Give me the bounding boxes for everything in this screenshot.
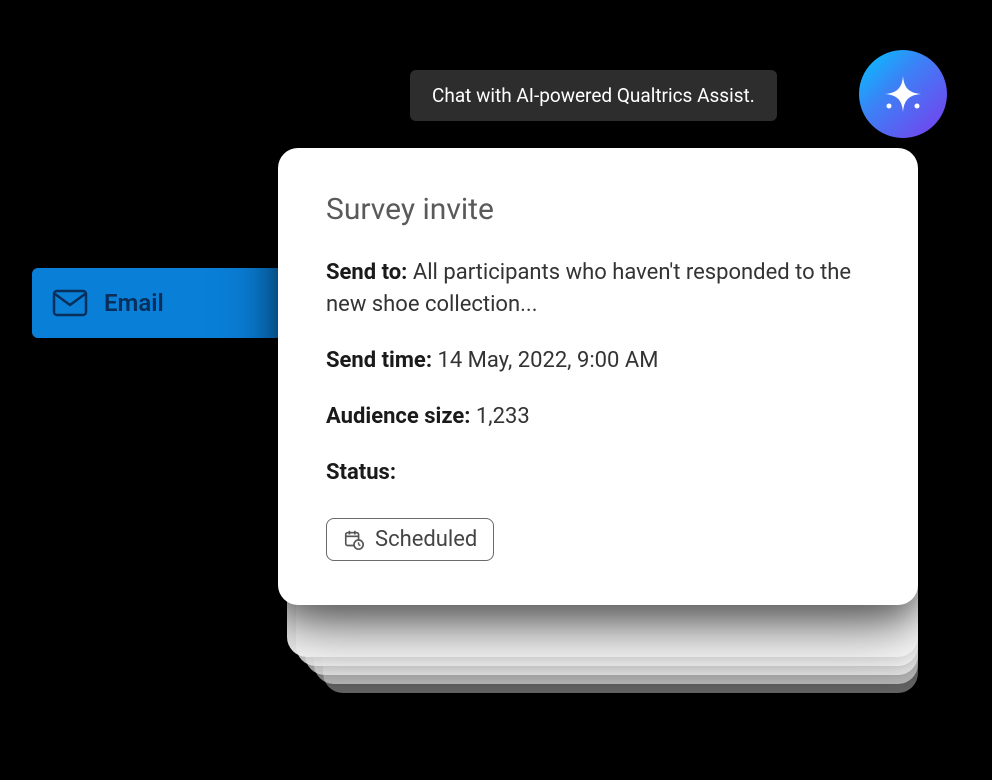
send-time-label: Send time:	[326, 348, 432, 373]
status-label: Status:	[326, 460, 396, 485]
status-chip-label: Scheduled	[375, 527, 477, 552]
send-time-value: 14 May, 2022, 9:00 AM	[437, 348, 658, 373]
assist-tooltip-text: Chat with AI-powered Qualtrics Assist.	[432, 84, 755, 107]
card-title: Survey invite	[326, 192, 870, 227]
audience-size-label: Audience size:	[326, 404, 470, 429]
card-stack: Survey invite Send to: All participants …	[278, 148, 918, 693]
status-row: Status:	[326, 457, 870, 489]
calendar-clock-icon	[343, 529, 365, 551]
audience-size-value: 1,233	[476, 404, 530, 429]
assist-tooltip: Chat with AI-powered Qualtrics Assist.	[410, 70, 777, 121]
send-to-row: Send to: All participants who haven't re…	[326, 257, 870, 321]
email-tab-label: Email	[104, 289, 164, 317]
survey-invite-card: Survey invite Send to: All participants …	[278, 148, 918, 605]
status-chip: Scheduled	[326, 518, 494, 561]
send-to-label: Send to:	[326, 260, 407, 285]
audience-size-row: Audience size: 1,233	[326, 401, 870, 433]
mail-icon	[52, 289, 88, 317]
sparkle-icon	[879, 70, 927, 118]
send-time-row: Send time: 14 May, 2022, 9:00 AM	[326, 345, 870, 377]
assist-button[interactable]	[859, 50, 947, 138]
email-tab[interactable]: Email	[32, 268, 287, 338]
